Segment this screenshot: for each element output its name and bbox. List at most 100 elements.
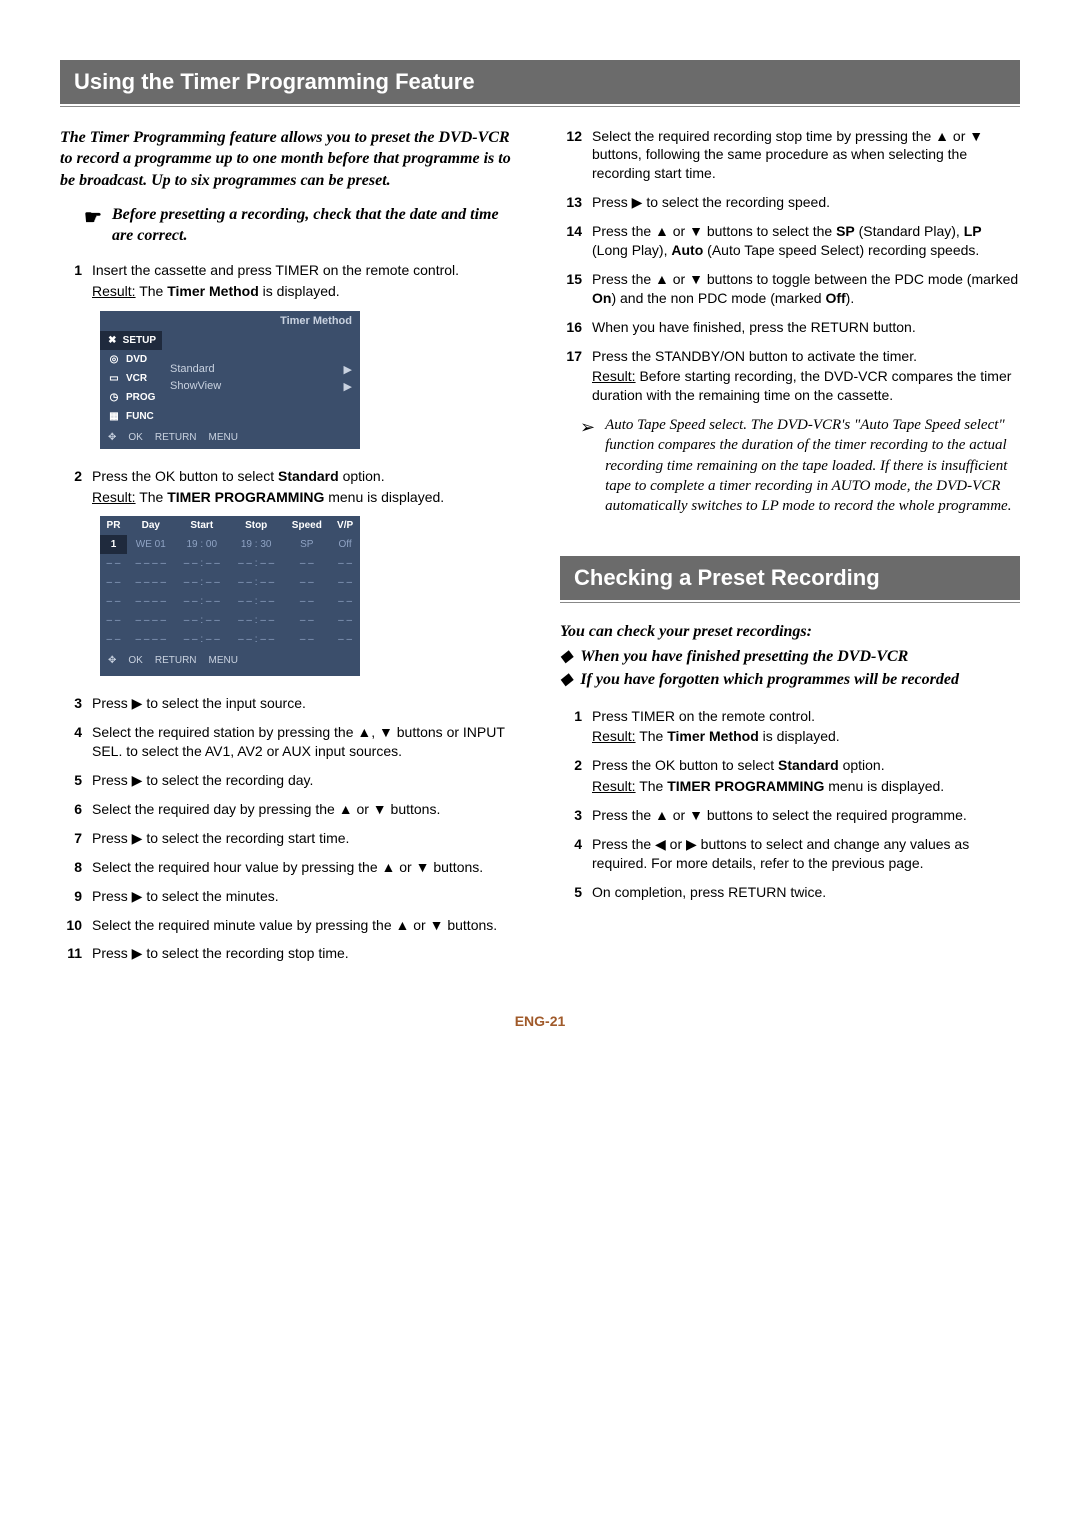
result-label: Result: <box>592 728 636 744</box>
page-number: ENG-21 <box>60 1013 1020 1029</box>
bullet-text: If you have forgotten which programmes w… <box>580 670 959 691</box>
cell: – – <box>100 554 127 573</box>
step-text: Select the required recording stop time … <box>592 127 1020 184</box>
cell: – – <box>283 573 330 592</box>
cell: – – <box>283 611 330 630</box>
pointer-note: ☛ Before presetting a recording, check t… <box>84 205 520 247</box>
osd-title: Timer Method <box>100 311 360 331</box>
grid-icon: ▦ <box>106 411 122 422</box>
list-item: 5On completion, press RETURN twice. <box>560 883 1020 902</box>
result-text-1: The <box>139 283 167 299</box>
arrow-right-icon: ▶ <box>344 363 352 376</box>
step-text: Press the ▲ or ▼ buttons to select the r… <box>592 806 1020 825</box>
th-speed: Speed <box>283 516 330 535</box>
left-column: The Timer Programming feature allows you… <box>60 127 520 974</box>
right-steps-17: 17 Press the STANDBY/ON button to activa… <box>560 347 1020 406</box>
list-item: 8Select the required hour value by press… <box>60 858 520 877</box>
result: Result: The Timer Method is displayed. <box>592 727 1020 746</box>
th-pr: PR <box>100 516 127 535</box>
table-row: – –– – – –– – : – –– – : – –– –– – <box>100 611 360 630</box>
list-item: 4Select the required station by pressing… <box>60 723 520 761</box>
heading-underline <box>60 106 1020 107</box>
cell: – – – – <box>127 592 175 611</box>
cell: 19 : 00 <box>175 535 229 554</box>
osd-opt-standard: Standard ▶ <box>170 361 352 378</box>
table-row: – –– – – –– – : – –– – : – –– –– – <box>100 573 360 592</box>
aside-text: Auto Tape Speed select. The DVD-VCR's "A… <box>605 415 1020 516</box>
left-steps-3: 3Press ▶ to select the input source.4Sel… <box>60 694 520 963</box>
osd-side-func: ▦FUNC <box>100 407 162 426</box>
th-vp: V/P <box>330 516 360 535</box>
cell: – – <box>330 611 360 630</box>
osd-side-label: VCR <box>126 373 147 384</box>
cell: – – : – – <box>229 573 283 592</box>
t: Press TIMER on the remote control. <box>592 708 815 724</box>
cell: – – – – <box>127 630 175 649</box>
diamond-icon: ◆ <box>560 647 572 668</box>
step-2-result: Result: The TIMER PROGRAMMING menu is di… <box>92 488 520 507</box>
section-2: Checking a Preset Recording You can chec… <box>560 556 1020 901</box>
step-number: 14 <box>560 222 582 260</box>
cell: – – <box>100 592 127 611</box>
osd-side-setup: ✖SETUP <box>100 331 162 350</box>
timer-table-header: PR Day Start Stop Speed V/P <box>100 516 360 535</box>
osd-menu: MENU <box>209 432 238 443</box>
timer-table: PR Day Start Stop Speed V/P 1WE 0119 : 0… <box>100 516 360 649</box>
step-17-result: Result: Before starting recording, the D… <box>592 367 1020 405</box>
cell: – – : – – <box>175 554 229 573</box>
cell: – – – – <box>127 554 175 573</box>
osd-menu: MENU <box>209 655 238 666</box>
chevron-right-icon: ➢ <box>580 415 595 516</box>
list-item: 7Press ▶ to select the recording start t… <box>60 829 520 848</box>
osd-main: Standard ▶ ShowView▶ <box>162 357 360 399</box>
osd-return: RETURN <box>155 655 197 666</box>
result-text-1: The <box>139 489 167 505</box>
osd-opt-label: ShowView <box>170 380 221 393</box>
cell: – – : – – <box>229 554 283 573</box>
cell: 19 : 30 <box>229 535 283 554</box>
table-row: 1WE 0119 : 0019 : 30SPOff <box>100 535 360 554</box>
check-step-1: 1 Press TIMER on the remote control. Res… <box>560 707 1020 747</box>
osd-side-prog: ◷PROG <box>100 388 162 407</box>
step-text: Press the STANDBY/ON button to activate … <box>592 347 1020 406</box>
step-14: 14 Press the ▲ or ▼ buttons to select th… <box>560 222 1020 260</box>
right-column: 12Select the required recording stop tim… <box>560 127 1020 974</box>
t: is displayed. <box>759 728 840 744</box>
cell: – – : – – <box>229 630 283 649</box>
step-number: 3 <box>560 806 582 825</box>
two-column-layout: The Timer Programming feature allows you… <box>60 127 1020 974</box>
result-bold: TIMER PROGRAMMING <box>167 489 324 505</box>
cell: SP <box>283 535 330 554</box>
t: TIMER PROGRAMMING <box>667 778 824 794</box>
list-item: 4Press the ◀ or ▶ buttons to select and … <box>560 835 1020 873</box>
t: Press the ▲ or ▼ buttons to toggle betwe… <box>592 271 1018 287</box>
step-number: 4 <box>560 835 582 873</box>
table-row: – –– – – –– – : – –– – : – –– –– – <box>100 554 360 573</box>
step-number: 5 <box>560 883 582 902</box>
osd-opt-label: Standard <box>170 363 215 376</box>
step-number: 13 <box>560 193 582 212</box>
step-number: 6 <box>60 800 82 819</box>
osd-ok: OK <box>128 432 142 443</box>
step-number: 16 <box>560 318 582 337</box>
osd-timer-method: Timer Method ✖SETUP ◎DVD ▭VCR ◷PROG ▦FUN… <box>100 311 360 449</box>
t: On <box>592 290 611 306</box>
pointer-icon: ☛ <box>84 205 102 247</box>
step-number: 8 <box>60 858 82 877</box>
intro-paragraph: The Timer Programming feature allows you… <box>60 127 520 192</box>
list-item: 6Select the required day by pressing the… <box>60 800 520 819</box>
t: Auto <box>671 242 703 258</box>
osd-opt-showview: ShowView▶ <box>170 378 352 395</box>
list-item: 12Select the required recording stop tim… <box>560 127 1020 184</box>
cell: – – <box>283 554 330 573</box>
step-2-bold: Standard <box>278 468 339 484</box>
t: Press the ▲ or ▼ buttons to select the <box>592 223 836 239</box>
t: Press the STANDBY/ON button to activate … <box>592 348 917 364</box>
step-number: 7 <box>60 829 82 848</box>
step-number: 1 <box>60 261 82 301</box>
cell: – – : – – <box>229 611 283 630</box>
step-text: Press ▶ to select the recording day. <box>92 771 520 790</box>
list-item: 3 Press the ▲ or ▼ buttons to select the … <box>560 806 1020 825</box>
cell: 1 <box>100 535 127 554</box>
step-text: Press ▶ to select the recording speed. <box>592 193 1020 212</box>
